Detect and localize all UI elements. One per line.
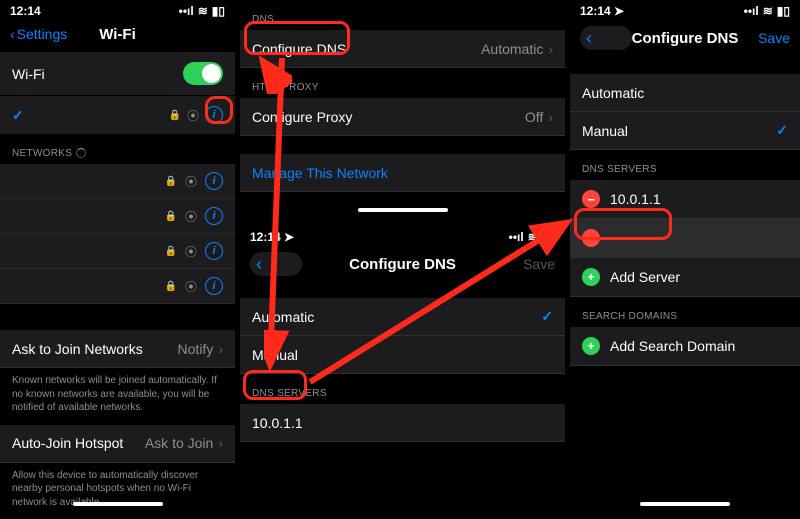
ask-footnote: Known networks will be joined automatica… bbox=[0, 368, 235, 425]
dns-server-row[interactable]: −10.0.1.1 bbox=[570, 180, 800, 219]
connected-network-row[interactable]: ✓ 🔒 ⦿ i bbox=[0, 96, 235, 134]
lock-icon: 🔒 bbox=[165, 246, 177, 257]
page-title: Configure DNS bbox=[349, 256, 456, 273]
option-automatic[interactable]: Automatic ✓ bbox=[240, 298, 565, 336]
wifi-label: Wi-Fi bbox=[12, 66, 45, 82]
battery-icon: ▮▯ bbox=[212, 4, 225, 18]
auto-join-row[interactable]: Auto-Join Hotspot Ask to Join› bbox=[0, 425, 235, 463]
status-time: 12:14 bbox=[250, 230, 281, 244]
chevron-left-icon: ‹ bbox=[256, 254, 262, 275]
info-icon[interactable]: i bbox=[205, 277, 223, 295]
nav-bar: ‹ Configure DNS Save bbox=[240, 246, 565, 286]
info-icon[interactable]: i bbox=[205, 207, 223, 225]
check-icon: ✓ bbox=[776, 122, 788, 139]
remove-icon[interactable]: − bbox=[582, 229, 600, 247]
nav-bar: ‹ Configure DNS Save bbox=[570, 20, 800, 60]
wifi-signal-icon: ⦿ bbox=[185, 173, 197, 190]
servers-header: DNS SERVERS bbox=[240, 374, 565, 404]
chevron-right-icon: › bbox=[548, 41, 553, 57]
phone-configure-dns-manual: 12:14 ➤ ••ıl ≋ ▮▯ ‹ Configure DNS Save A… bbox=[570, 0, 800, 512]
phone-network-detail: DNS Configure DNS Automatic› HTTP PROXY … bbox=[240, 0, 565, 512]
wifi-signal-icon: ⦿ bbox=[185, 208, 197, 225]
wifi-signal-icon: ⦿ bbox=[185, 278, 197, 295]
proxy-header: HTTP PROXY bbox=[240, 68, 565, 98]
configure-proxy-row[interactable]: Configure Proxy Off› bbox=[240, 98, 565, 136]
lock-icon: 🔒 bbox=[165, 281, 177, 292]
wifi-toggle-row: Wi-Fi bbox=[0, 52, 235, 95]
status-time: 12:14 bbox=[580, 4, 611, 18]
option-manual[interactable]: Manual bbox=[240, 336, 565, 374]
remove-icon[interactable]: − bbox=[582, 190, 600, 208]
back-button[interactable]: ‹ bbox=[250, 252, 302, 276]
wifi-icon: ≋ bbox=[528, 230, 538, 244]
signal-icon: ••ıl bbox=[744, 4, 759, 18]
status-bar: 12:14 ➤ ••ıl ≋ ▮▯ bbox=[240, 226, 565, 246]
wifi-toggle[interactable] bbox=[183, 62, 223, 85]
back-button[interactable]: ‹ bbox=[580, 26, 632, 50]
save-button[interactable]: Save bbox=[523, 256, 555, 272]
info-icon[interactable]: i bbox=[205, 106, 223, 124]
networks-header: Networks bbox=[0, 134, 235, 164]
lock-icon: 🔒 bbox=[169, 110, 181, 121]
location-icon: ➤ bbox=[284, 230, 294, 244]
network-row[interactable]: 🔒 ⦿ i bbox=[0, 269, 235, 304]
home-indicator[interactable] bbox=[358, 208, 448, 212]
info-icon[interactable]: i bbox=[205, 242, 223, 260]
location-icon: ➤ bbox=[614, 4, 624, 18]
back-label: Settings bbox=[17, 26, 68, 42]
phone-configure-dns-sub: 12:14 ➤ ••ıl ≋ ▮▯ ‹ Configure DNS Save A… bbox=[240, 226, 565, 442]
plus-icon[interactable]: + bbox=[582, 268, 600, 286]
battery-icon: ▮▯ bbox=[542, 230, 555, 244]
wifi-signal-icon: ⦿ bbox=[187, 107, 199, 124]
dns-server-empty-row[interactable]: − bbox=[570, 219, 800, 258]
manage-network-row[interactable]: Manage This Network bbox=[240, 154, 565, 192]
wifi-signal-icon: ⦿ bbox=[185, 243, 197, 260]
domains-header: SEARCH DOMAINS bbox=[570, 297, 800, 327]
chevron-left-icon: ‹ bbox=[10, 26, 15, 42]
network-row[interactable]: 🔒 ⦿ i bbox=[0, 234, 235, 269]
chevron-right-icon: › bbox=[548, 109, 553, 125]
ask-to-join-row[interactable]: Ask to Join Networks Notify› bbox=[0, 330, 235, 368]
signal-icon: ••ıl bbox=[179, 4, 194, 18]
save-button[interactable]: Save bbox=[758, 30, 790, 46]
lock-icon: 🔒 bbox=[165, 176, 177, 187]
plus-icon[interactable]: + bbox=[582, 337, 600, 355]
check-icon: ✓ bbox=[541, 308, 553, 325]
chevron-left-icon: ‹ bbox=[586, 28, 592, 49]
spinner-icon bbox=[76, 148, 86, 158]
nav-bar: ‹ Settings Wi-Fi bbox=[0, 20, 235, 52]
network-row[interactable]: 🔒 ⦿ i bbox=[0, 199, 235, 234]
status-time: 12:14 bbox=[10, 4, 41, 18]
add-server-row[interactable]: +Add Server bbox=[570, 258, 800, 297]
servers-header: DNS SERVERS bbox=[570, 150, 800, 180]
wifi-icon: ≋ bbox=[763, 4, 773, 18]
lock-icon: 🔒 bbox=[165, 211, 177, 222]
wifi-icon: ≋ bbox=[198, 4, 208, 18]
page-title: Configure DNS bbox=[632, 30, 739, 47]
add-domain-row[interactable]: +Add Search Domain bbox=[570, 327, 800, 366]
signal-icon: ••ıl bbox=[509, 230, 524, 244]
option-manual[interactable]: Manual ✓ bbox=[570, 112, 800, 150]
status-bar: 12:14 ➤ ••ıl ≋ ▮▯ bbox=[570, 0, 800, 20]
configure-dns-row[interactable]: Configure DNS Automatic› bbox=[240, 30, 565, 68]
chevron-right-icon: › bbox=[218, 341, 223, 357]
battery-icon: ▮▯ bbox=[777, 4, 790, 18]
dns-server-row: 10.0.1.1 bbox=[240, 404, 565, 442]
option-automatic[interactable]: Automatic bbox=[570, 74, 800, 112]
home-indicator[interactable] bbox=[640, 502, 730, 506]
back-button[interactable]: ‹ Settings bbox=[10, 26, 67, 42]
page-title: Wi-Fi bbox=[99, 26, 136, 43]
home-indicator[interactable] bbox=[73, 502, 163, 506]
check-icon: ✓ bbox=[12, 107, 24, 124]
auto-footnote: Allow this device to automatically disco… bbox=[0, 463, 235, 519]
dns-header: DNS bbox=[240, 0, 565, 30]
network-row[interactable]: 🔒 ⦿ i bbox=[0, 164, 235, 199]
status-bar: 12:14 ••ıl ≋ ▮▯ bbox=[0, 0, 235, 20]
phone-wifi-settings: 12:14 ••ıl ≋ ▮▯ ‹ Settings Wi-Fi Wi-Fi ✓… bbox=[0, 0, 235, 512]
chevron-right-icon: › bbox=[218, 435, 223, 451]
info-icon[interactable]: i bbox=[205, 172, 223, 190]
